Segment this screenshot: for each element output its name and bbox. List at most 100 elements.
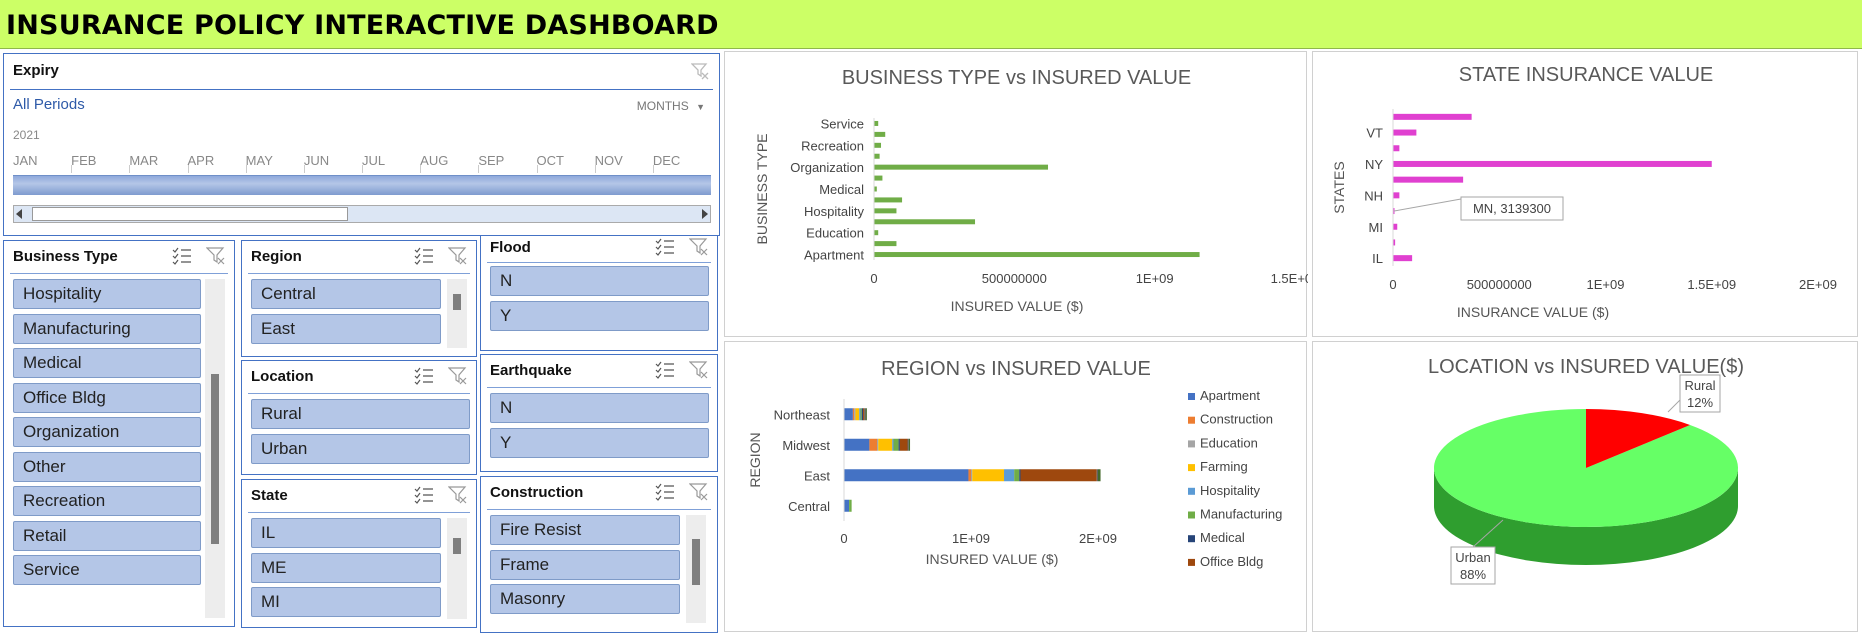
clear-filter-icon[interactable] xyxy=(691,62,709,80)
slicer-item-masonry[interactable]: Masonry xyxy=(490,584,680,614)
timeline-month-feb[interactable]: FEB xyxy=(71,153,96,168)
timeline-month-dec[interactable]: DEC xyxy=(653,153,680,168)
chart-business-type[interactable]: BUSINESS TYPE vs INSURED VALUE Apartment E… xyxy=(724,51,1308,337)
scroll-left-arrow[interactable] xyxy=(16,209,22,219)
expiry-timeline[interactable]: Expiry All Periods MONTHS ▼ 2021 JAN FEB M… xyxy=(3,53,720,236)
timeline-month-jun[interactable]: JUN xyxy=(304,153,329,168)
timeline-year: 2021 xyxy=(13,128,40,142)
slicer-construction[interactable]: Construction Fire Resist Frame Masonry xyxy=(480,476,718,633)
timeline-title: Expiry xyxy=(13,62,59,79)
clear-filter-icon[interactable] xyxy=(689,483,709,501)
multi-select-icon[interactable] xyxy=(414,367,434,385)
timeline-month-sep[interactable]: SEP xyxy=(478,153,504,168)
timeline-scrollbar[interactable] xyxy=(13,205,711,223)
slicer-item-urban[interactable]: Urban xyxy=(251,433,470,464)
rural-percent: 12% xyxy=(1687,395,1713,410)
multi-select-icon[interactable] xyxy=(172,247,192,265)
legend-swatch xyxy=(1188,558,1195,566)
timeline-month-may[interactable]: MAY xyxy=(246,153,273,168)
slicer-item-manufacturing[interactable]: Manufacturing xyxy=(13,313,201,344)
slicer-item-other[interactable]: Other xyxy=(13,451,201,482)
slicer-item-organization[interactable]: Organization xyxy=(13,417,201,447)
slicer-scrollbar[interactable] xyxy=(686,515,706,623)
timeline-month-mar[interactable]: MAR xyxy=(129,153,158,168)
chart-state[interactable]: STATE INSURANCE VALUE IL MI NH NY VT 0 50000000… xyxy=(1312,51,1858,337)
timeline-month-apr[interactable]: APR xyxy=(188,153,215,168)
slicer-item-service[interactable]: Service xyxy=(13,555,201,585)
timeline-tick xyxy=(245,165,247,173)
clear-filter-icon[interactable] xyxy=(448,486,468,504)
scroll-thumb[interactable] xyxy=(453,538,461,554)
slicer-scrollbar[interactable] xyxy=(447,279,467,348)
bar-segment xyxy=(859,408,861,421)
slicer-item-n[interactable]: N xyxy=(490,266,709,296)
multi-select-icon[interactable] xyxy=(655,483,675,501)
slicer-flood[interactable]: Flood NY xyxy=(480,235,718,351)
clear-filter-icon[interactable] xyxy=(689,361,709,379)
slicer-item-rural[interactable]: Rural xyxy=(251,399,470,429)
timeline-month-nov[interactable]: NOV xyxy=(595,153,623,168)
bar xyxy=(874,252,1200,258)
timeline-level-dropdown[interactable]: MONTHS ▼ xyxy=(637,99,705,113)
slicer-earthquake[interactable]: Earthquake NY xyxy=(480,354,718,472)
chart-location[interactable]: LOCATION vs INSURED VALUE($) Rural 12% Urba… xyxy=(1312,341,1858,632)
slicer-item-office-bldg[interactable]: Office Bldg xyxy=(13,382,201,413)
bar-segment xyxy=(844,469,969,482)
timeline-bar[interactable] xyxy=(13,175,711,195)
scroll-thumb[interactable] xyxy=(211,374,219,544)
x-tick-label: 2E+09 xyxy=(1799,277,1837,292)
slicer-item-recreation[interactable]: Recreation xyxy=(13,486,201,516)
bar-segment xyxy=(1004,469,1015,482)
slicer-item-hospitality[interactable]: Hospitality xyxy=(13,279,201,309)
slicer-item-medical[interactable]: Medical xyxy=(13,348,201,378)
bar-segment xyxy=(860,408,862,421)
slicer-scrollbar[interactable] xyxy=(447,518,467,619)
y-tick-label: Medical xyxy=(819,182,864,197)
slicer-item-me[interactable]: ME xyxy=(251,552,441,583)
clear-filter-icon[interactable] xyxy=(689,238,709,256)
chart-region[interactable]: REGION vs INSURED VALUE Central East Midwes… xyxy=(724,341,1307,632)
legend-label: Medical xyxy=(1200,530,1245,545)
legend-swatch xyxy=(1188,511,1195,519)
slicer-location[interactable]: Location Rural Urban xyxy=(241,360,477,475)
slicer-item-mi[interactable]: MI xyxy=(251,587,441,617)
clear-filter-icon[interactable] xyxy=(448,247,468,265)
slicer-scrollbar[interactable] xyxy=(205,279,225,618)
legend-label: Farming xyxy=(1200,459,1248,474)
multi-select-icon[interactable] xyxy=(655,238,675,256)
x-tick-label: 500000000 xyxy=(982,271,1047,286)
business-type-chart-svg: BUSINESS TYPE vs INSURED VALUE Apartment E… xyxy=(754,67,1308,314)
slicer-item-fire-resist[interactable]: Fire Resist xyxy=(490,515,680,545)
slicer-divider xyxy=(487,509,711,510)
multi-select-icon[interactable] xyxy=(414,247,434,265)
slicer-item-y[interactable]: Y xyxy=(490,300,709,331)
slicer-region[interactable]: Region Central East xyxy=(241,240,477,357)
slicer-business-type[interactable]: Business Type Hospitality Manufacturing Me… xyxy=(3,240,235,627)
slicer-state[interactable]: State IL ME MI xyxy=(241,479,477,628)
slicer-item-retail[interactable]: Retail xyxy=(13,520,201,551)
bar xyxy=(1393,113,1472,120)
slicer-item-n[interactable]: N xyxy=(490,393,709,423)
scroll-right-arrow[interactable] xyxy=(702,209,708,219)
timeline-month-jan[interactable]: JAN xyxy=(13,153,38,168)
bar xyxy=(1393,176,1464,183)
slicer-item-y[interactable]: Y xyxy=(490,427,709,458)
timeline-month-jul[interactable]: JUL xyxy=(362,153,385,168)
timeline-month-oct[interactable]: OCT xyxy=(537,153,564,168)
scroll-thumb[interactable] xyxy=(453,294,461,310)
slicer-divider xyxy=(487,262,711,263)
bar xyxy=(1393,145,1400,152)
slicer-item-east[interactable]: East xyxy=(251,313,441,344)
timeline-month-aug[interactable]: AUG xyxy=(420,153,448,168)
scroll-thumb[interactable] xyxy=(692,539,700,585)
x-tick-label: 1E+09 xyxy=(1136,271,1174,286)
clear-filter-icon[interactable] xyxy=(206,247,226,265)
clear-filter-icon[interactable] xyxy=(448,367,468,385)
slicer-item-il[interactable]: IL xyxy=(251,518,441,548)
slicer-item-central[interactable]: Central xyxy=(251,279,441,309)
timeline-scroll-thumb[interactable] xyxy=(32,207,348,221)
bar-segment xyxy=(893,438,899,451)
slicer-item-frame[interactable]: Frame xyxy=(490,549,680,580)
multi-select-icon[interactable] xyxy=(655,361,675,379)
multi-select-icon[interactable] xyxy=(414,486,434,504)
